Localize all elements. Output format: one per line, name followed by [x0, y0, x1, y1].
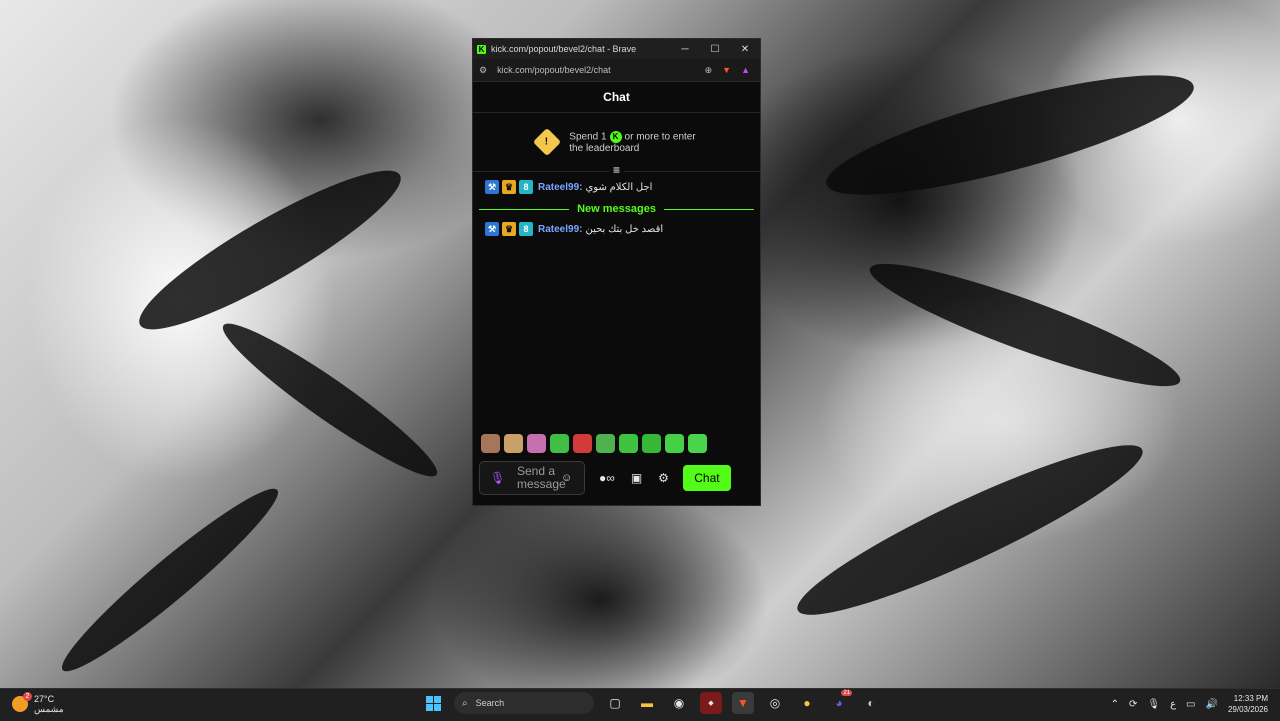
chat-message[interactable]: ⚒ ♛ 8 Rateel99: اجل الكلام شوي [473, 177, 760, 197]
discord-icon[interactable]: ◕ 21 [828, 690, 852, 714]
weather-text: مشمس [34, 704, 64, 714]
sun-icon: 2 [12, 692, 32, 712]
weather-badge: 2 [23, 692, 32, 701]
divider-line [663, 208, 755, 210]
search-label: Search [475, 698, 505, 708]
browser-popout-window: K kick.com/popout/bevel2/chat - Brave ─ … [472, 38, 761, 506]
pin-toggle-icon[interactable]: ≡ [608, 163, 625, 177]
address-bar[interactable]: ⚙ kick.com/popout/bevel2/chat ⊕ ▼ ▲ [473, 59, 760, 82]
kick-points-icon[interactable]: ●∞ [599, 471, 615, 485]
voice-mod-icon[interactable]: ◆ [700, 692, 722, 714]
vip-crown-icon: ♛ [502, 222, 516, 236]
obs-icon[interactable]: ◉ [668, 692, 690, 714]
zoom-icon[interactable]: ⊕ [705, 65, 713, 76]
emote-red-icon[interactable] [573, 434, 592, 453]
window-titlebar[interactable]: K kick.com/popout/bevel2/chat - Brave ─ … [473, 39, 760, 59]
leaderboard-prefix: Spend 1 [569, 131, 607, 143]
message-text: اجل الكلام شوي [585, 181, 653, 193]
emote-green-icon[interactable] [619, 434, 638, 453]
sync-icon[interactable]: ⟳ [1129, 699, 1137, 710]
windows-start-icon[interactable] [422, 692, 444, 714]
taskbar-search[interactable]: ⌕ Search [454, 692, 594, 714]
windows-taskbar: 2 27°C مشمس ⌕ Search ▢ ▬ ◉ ◆ ▼ ◎ ● ◕ 21 ◐… [0, 688, 1280, 721]
chrome-icon[interactable]: ◎ [764, 692, 786, 714]
divider-line [479, 208, 570, 210]
url-text[interactable]: kick.com/popout/bevel2/chat [497, 65, 705, 75]
quick-emote-bar [481, 434, 707, 453]
discord-badge: 21 [841, 690, 852, 696]
app-yellow-icon[interactable]: ● [796, 692, 818, 714]
emote-clown-icon[interactable] [596, 434, 615, 453]
brave-browser-icon[interactable]: ▼ [732, 692, 754, 714]
wallpaper-stroke [817, 52, 1203, 218]
emote-face-icon[interactable] [481, 434, 500, 453]
wallpaper-stroke [212, 309, 448, 491]
search-icon: ⌕ [462, 697, 468, 709]
wallpaper-stroke [49, 474, 291, 686]
emote-green-icon[interactable] [665, 434, 684, 453]
chat-message[interactable]: ⚒ ♛ 8 Rateel99: اقصد خل بتك بحين [473, 219, 760, 239]
network-icon[interactable]: ▭ [1186, 699, 1195, 710]
steam-icon[interactable]: ◐ [860, 692, 882, 714]
subscriber-badge-icon: 8 [519, 222, 533, 236]
moderator-badge-icon: ⚒ [485, 222, 499, 236]
time: 12:33 PM [1233, 694, 1268, 703]
chat-input-row: 🎙 Send a message ☺ ●∞ ▣ ⚙ Chat [479, 460, 754, 496]
chevron-up-icon[interactable]: ⌃ [1111, 699, 1119, 710]
chat-header: Chat [473, 82, 760, 113]
kick-logo-icon: K [477, 44, 486, 54]
emote-green-icon[interactable] [688, 434, 707, 453]
username[interactable]: Rateel99: [538, 224, 582, 235]
emoji-picker-icon[interactable]: ☺ [561, 472, 572, 484]
chat-action-icons: ●∞ ▣ ⚙ [599, 471, 669, 485]
task-view-icon[interactable]: ▢ [604, 692, 626, 714]
microphone-tray-icon[interactable]: 🎙 [1147, 699, 1160, 710]
weather-widget[interactable]: 2 27°C مشمس [12, 692, 64, 714]
site-settings-icon[interactable]: ⚙ [479, 65, 487, 76]
emote-green-icon[interactable] [642, 434, 661, 453]
leaderboard-banner: ! Spend 1 Kor more to enter the leaderboa… [473, 113, 760, 177]
chat-input[interactable]: 🎙 Send a message ☺ [479, 461, 585, 495]
microphone-icon[interactable]: 🎙 [490, 471, 505, 485]
moderator-badge-icon: ⚒ [485, 180, 499, 194]
maximize-button[interactable]: ☐ [700, 44, 730, 55]
vip-crown-icon: ♛ [502, 180, 516, 194]
wallpaper-stroke [861, 245, 1189, 405]
taskbar-apps: ⌕ Search ▢ ▬ ◉ ◆ ▼ ◎ ● ◕ 21 ◐ [422, 690, 882, 714]
store-icon[interactable]: ▣ [631, 471, 642, 485]
date: 29/03/2026 [1227, 705, 1268, 714]
language-indicator[interactable]: ع [1170, 699, 1176, 710]
leaderboard-suffix: or more to enter [624, 131, 696, 143]
minimize-button[interactable]: ─ [670, 44, 700, 55]
subscriber-badge-icon: 8 [519, 180, 533, 194]
temperature: 27°C [34, 694, 55, 704]
settings-gear-icon[interactable]: ⚙ [658, 471, 669, 485]
leaderboard-line2: the leaderboard [569, 142, 640, 154]
new-messages-divider: New messages [479, 203, 755, 215]
brave-shields-icon[interactable]: ▼ [722, 65, 731, 75]
emote-face-icon[interactable] [504, 434, 523, 453]
send-chat-button[interactable]: Chat [682, 465, 731, 491]
file-explorer-icon[interactable]: ▬ [636, 692, 658, 714]
username[interactable]: Rateel99: [538, 182, 582, 193]
kick-coin-icon: K [609, 130, 622, 143]
system-tray: ⌃ ⟳ 🎙 ع ▭ 🔊 12:33 PM 29/03/2026 [1111, 693, 1268, 715]
brave-rewards-icon[interactable]: ▲ [741, 65, 750, 75]
wallpaper-stroke [785, 422, 1155, 638]
volume-icon[interactable]: 🔊 [1206, 699, 1218, 710]
clock[interactable]: 12:33 PM 29/03/2026 [1228, 693, 1268, 715]
leaderboard-gem-icon: ! [533, 127, 562, 157]
emote-pink-icon[interactable] [527, 434, 546, 453]
message-text: اقصد خل بتك بحين [585, 223, 664, 235]
emote-green-icon[interactable] [550, 434, 569, 453]
new-messages-label: New messages [577, 203, 656, 215]
window-title: kick.com/popout/bevel2/chat - Brave [491, 44, 637, 54]
close-button[interactable]: ✕ [730, 44, 760, 55]
wallpaper-stroke [125, 149, 415, 351]
